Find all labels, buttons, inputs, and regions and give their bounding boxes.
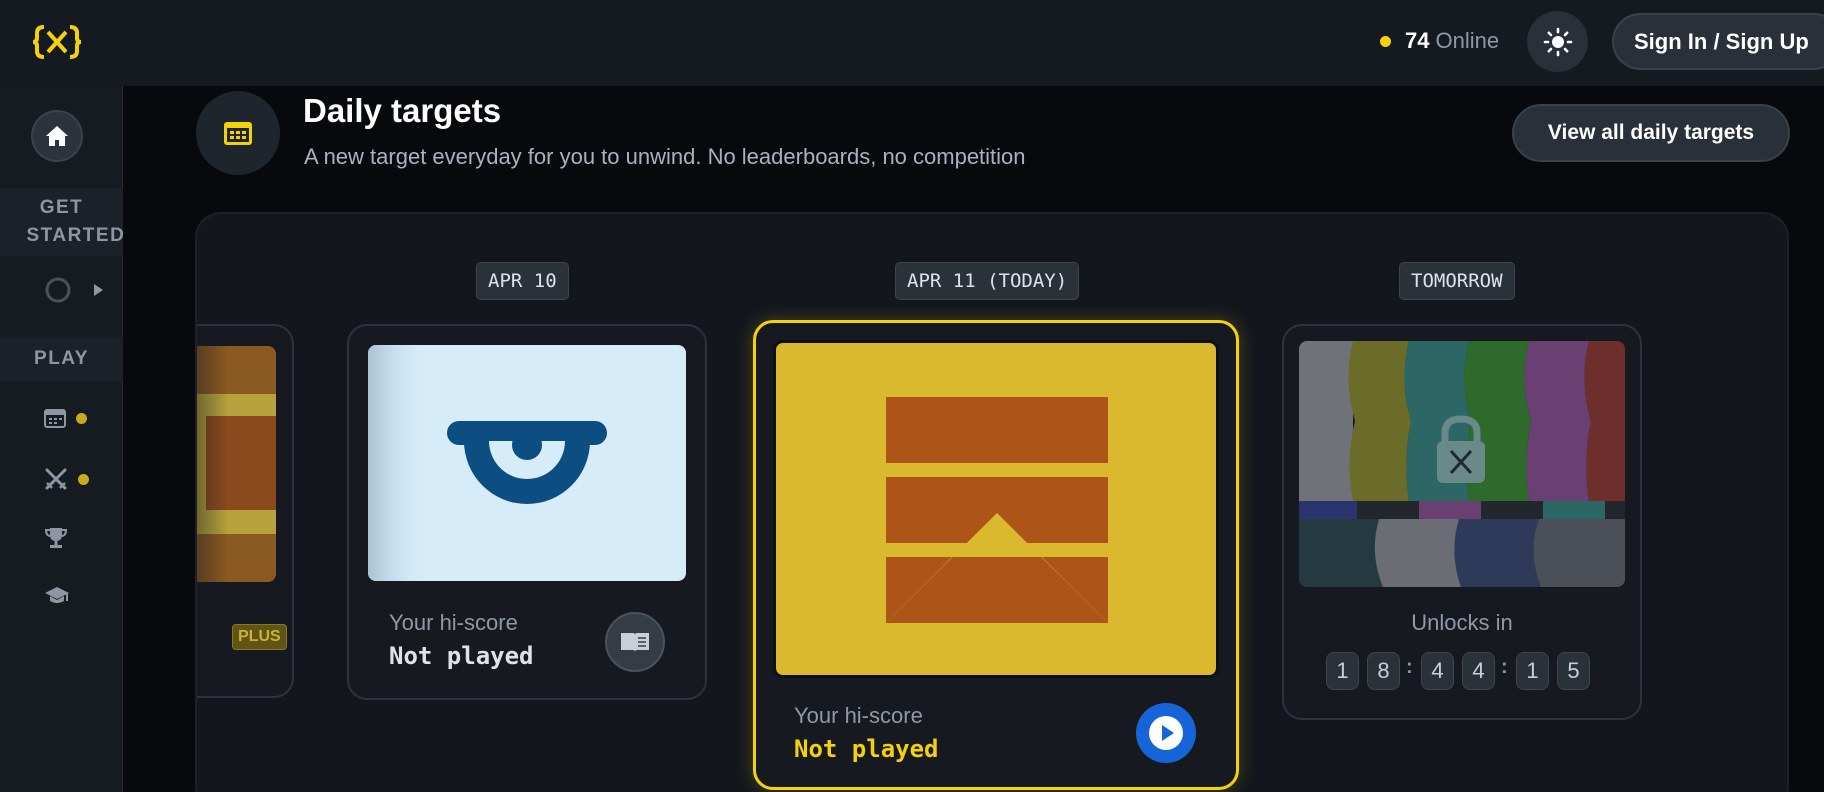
sign-in-button[interactable]: Sign In / Sign Up bbox=[1612, 13, 1824, 70]
target-thumbnail-locked bbox=[1299, 341, 1625, 587]
target-card-previous[interactable]: PLUS bbox=[197, 324, 294, 698]
countdown-separator: : bbox=[1501, 656, 1508, 678]
target-card-today[interactable]: Your hi-score Not played bbox=[753, 320, 1239, 790]
date-tag-today: APR 11 (TODAY) bbox=[895, 262, 1080, 300]
countdown-separator: : bbox=[1406, 656, 1413, 678]
view-all-daily-targets-button[interactable]: View all daily targets bbox=[1512, 104, 1790, 162]
daily-notification-dot bbox=[76, 412, 87, 424]
progress-ring-icon bbox=[45, 277, 71, 303]
target-thumbnail-today bbox=[773, 340, 1219, 678]
calendar-icon bbox=[224, 122, 252, 145]
sidebar: GET STARTED PLAY bbox=[0, 86, 126, 792]
sidebar-item-battle[interactable] bbox=[44, 467, 89, 491]
hi-score-label: Your hi-score bbox=[389, 610, 518, 635]
countdown-digit: 4 bbox=[1462, 652, 1495, 690]
countdown-digit: 5 bbox=[1557, 652, 1590, 690]
target-thumbnail-previous bbox=[197, 346, 276, 582]
battle-notification-dot bbox=[78, 473, 89, 485]
hi-score-value: Not played bbox=[389, 642, 534, 670]
target-thumbnail-apr10 bbox=[368, 345, 686, 581]
sidebar-item-daily[interactable] bbox=[44, 408, 87, 428]
daily-targets-carousel: PLUS APR 10 Your hi-score Not played APR… bbox=[195, 212, 1789, 792]
date-tag-apr10: APR 10 bbox=[476, 262, 569, 300]
logo-icon[interactable] bbox=[32, 24, 82, 60]
plus-badge: PLUS bbox=[232, 624, 287, 650]
sidebar-item-leaderboard[interactable] bbox=[44, 526, 68, 550]
countdown-digit: 1 bbox=[1516, 652, 1549, 690]
top-bar: 74 Online Sign In / Sign Up bbox=[0, 0, 1824, 86]
countdown-digit: 8 bbox=[1367, 652, 1400, 690]
sidebar-item-get-started-progress[interactable] bbox=[44, 276, 104, 304]
online-label: Online bbox=[1435, 28, 1500, 53]
trophy-icon bbox=[44, 528, 68, 548]
online-count: 74 bbox=[1405, 28, 1430, 53]
target-card-tomorrow[interactable]: Unlocks in 1 8 : 4 4 : 1 5 bbox=[1282, 324, 1642, 720]
play-button[interactable] bbox=[1136, 703, 1196, 763]
theme-toggle-button[interactable] bbox=[1527, 11, 1588, 72]
chevron-right-icon bbox=[94, 284, 103, 296]
home-button[interactable] bbox=[31, 110, 83, 162]
sidebar-section-get-started: GET STARTED bbox=[0, 188, 126, 256]
book-icon bbox=[621, 633, 649, 652]
calendar-icon bbox=[44, 409, 66, 428]
countdown-digit: 4 bbox=[1421, 652, 1454, 690]
countdown-digit: 1 bbox=[1326, 652, 1359, 690]
get-started-label: GET STARTED bbox=[26, 197, 126, 246]
sun-icon bbox=[1543, 27, 1572, 56]
view-details-button[interactable] bbox=[605, 612, 665, 672]
hi-score-value: Not played bbox=[794, 735, 939, 763]
date-tag-tomorrow: TOMORROW bbox=[1399, 262, 1515, 300]
unlocks-in-label: Unlocks in bbox=[1411, 610, 1513, 635]
sidebar-item-learn[interactable] bbox=[44, 585, 70, 607]
swords-icon bbox=[45, 468, 67, 490]
home-icon bbox=[46, 126, 68, 146]
page-subtitle: A new target everyday for you to unwind.… bbox=[304, 144, 1026, 169]
sidebar-section-play: PLAY bbox=[0, 337, 123, 381]
online-status: 74 Online bbox=[1380, 26, 1499, 56]
play-icon bbox=[1149, 716, 1183, 750]
page-title: Daily targets bbox=[303, 92, 502, 129]
graduation-cap-icon bbox=[45, 587, 69, 603]
daily-targets-icon-badge bbox=[196, 91, 280, 175]
target-card-apr10[interactable]: Your hi-score Not played bbox=[347, 324, 707, 700]
hi-score-label: Your hi-score bbox=[794, 703, 923, 728]
online-dot-icon bbox=[1380, 35, 1391, 47]
